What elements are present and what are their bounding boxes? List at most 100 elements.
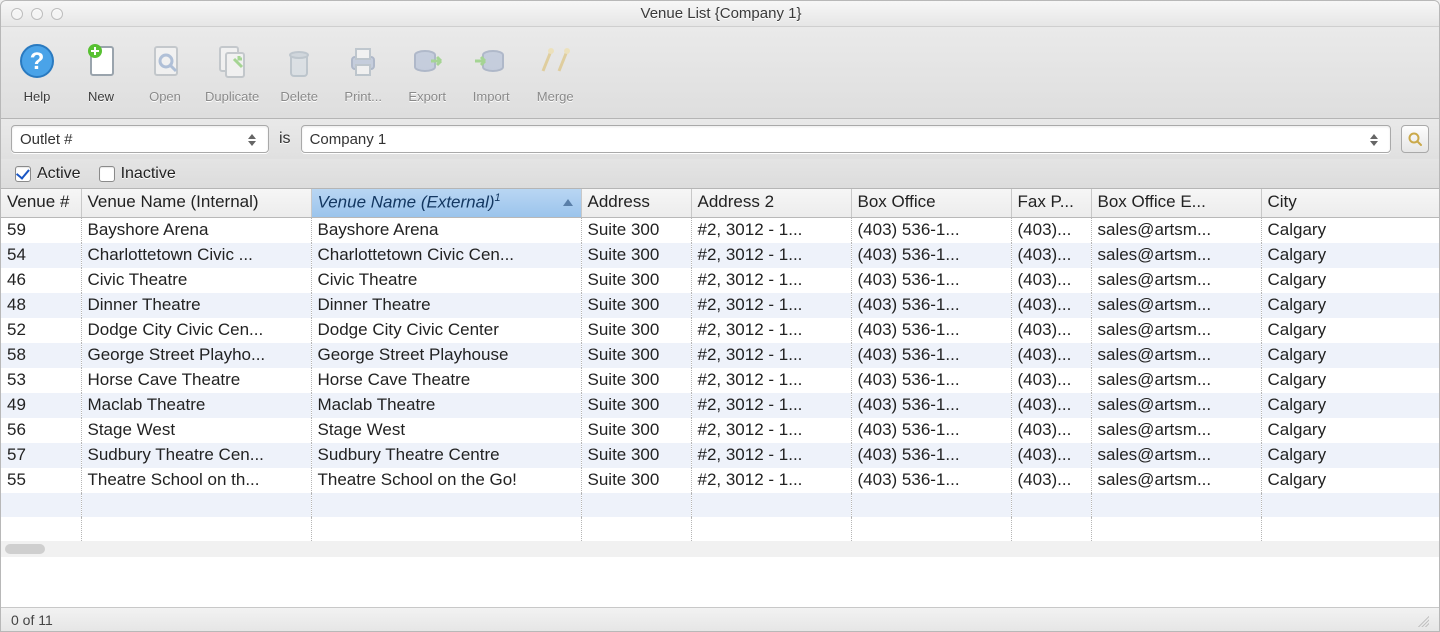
window: Venue List {Company 1} ?HelpNewOpenDupli… — [0, 0, 1440, 632]
close-button[interactable] — [11, 8, 23, 20]
column-label: Box Office E... — [1098, 192, 1206, 211]
cell-fax: (403)... — [1011, 268, 1091, 293]
checkbox-icon — [99, 166, 115, 182]
cell-email: sales@artsm... — [1091, 393, 1261, 418]
table-row[interactable]: 58George Street Playho...George Street P… — [1, 343, 1439, 368]
cell-addr: Suite 300 — [581, 243, 691, 268]
export-icon — [403, 37, 451, 85]
table-row[interactable]: 59Bayshore ArenaBayshore ArenaSuite 300#… — [1, 217, 1439, 243]
table-row[interactable]: 54Charlottetown Civic ...Charlottetown C… — [1, 243, 1439, 268]
print-icon — [339, 37, 387, 85]
cell-addr: Suite 300 — [581, 368, 691, 393]
column-label: Venue # — [7, 192, 69, 211]
cell-name_ext: George Street Playhouse — [311, 343, 581, 368]
horizontal-scrollbar[interactable] — [1, 541, 1439, 557]
cell-email: sales@artsm... — [1091, 343, 1261, 368]
cell-venue_no: 58 — [1, 343, 81, 368]
search-button[interactable] — [1401, 125, 1429, 153]
cell-fax: (403)... — [1011, 393, 1091, 418]
column-header-name_ext[interactable]: Venue Name (External)1 — [311, 189, 581, 217]
inactive-checkbox[interactable]: Inactive — [99, 165, 176, 183]
cell-email: sales@artsm... — [1091, 217, 1261, 243]
cell-fax: (403)... — [1011, 217, 1091, 243]
table-row[interactable]: 52Dodge City Civic Cen...Dodge City Civi… — [1, 318, 1439, 343]
table-row[interactable]: 53Horse Cave TheatreHorse Cave TheatreSu… — [1, 368, 1439, 393]
status-filter-row: Active Inactive — [1, 159, 1439, 189]
filter-value-select[interactable]: Company 1 — [301, 125, 1391, 153]
column-header-box[interactable]: Box Office — [851, 189, 1011, 217]
cell-city: Calgary — [1261, 293, 1439, 318]
cell-email: sales@artsm... — [1091, 468, 1261, 493]
cell-name_ext: Theatre School on the Go! — [311, 468, 581, 493]
cell-venue_no: 52 — [1, 318, 81, 343]
cell-box: (403) 536-1... — [851, 443, 1011, 468]
cell-box: (403) 536-1... — [851, 343, 1011, 368]
active-checkbox[interactable]: Active — [15, 165, 81, 183]
table-row[interactable]: 48Dinner TheatreDinner TheatreSuite 300#… — [1, 293, 1439, 318]
table-row[interactable]: 46Civic TheatreCivic TheatreSuite 300#2,… — [1, 268, 1439, 293]
toolbar-label: Help — [24, 89, 51, 104]
cell-box: (403) 536-1... — [851, 393, 1011, 418]
table-header-row: Venue # Venue Name (Internal)Venue Name (… — [1, 189, 1439, 217]
cell-addr2: #2, 3012 - 1... — [691, 318, 851, 343]
cell-venue_no: 56 — [1, 418, 81, 443]
cell-addr: Suite 300 — [581, 268, 691, 293]
column-header-addr2[interactable]: Address 2 — [691, 189, 851, 217]
help-button[interactable]: ? Help — [7, 33, 67, 117]
cell-name_ext: Charlottetown Civic Cen... — [311, 243, 581, 268]
column-header-city[interactable]: City — [1261, 189, 1439, 217]
table-row[interactable]: 55Theatre School on th...Theatre School … — [1, 468, 1439, 493]
cell-addr2: #2, 3012 - 1... — [691, 243, 851, 268]
table-row[interactable]: 49Maclab TheatreMaclab TheatreSuite 300#… — [1, 393, 1439, 418]
scrollbar-thumb[interactable] — [5, 544, 45, 554]
column-label: Address — [588, 192, 650, 211]
cell-venue_no: 57 — [1, 443, 81, 468]
cell-box: (403) 536-1... — [851, 318, 1011, 343]
cell-name_ext: Bayshore Arena — [311, 217, 581, 243]
column-header-venue_no[interactable]: Venue # — [1, 189, 81, 217]
toolbar-label: Merge — [537, 89, 574, 104]
status-text: 0 of 11 — [11, 612, 53, 628]
merge-button: Merge — [525, 33, 585, 117]
cell-venue_no: 53 — [1, 368, 81, 393]
svg-text:?: ? — [30, 48, 45, 75]
window-title: Venue List {Company 1} — [63, 5, 1379, 22]
cell-addr2: #2, 3012 - 1... — [691, 418, 851, 443]
cell-box: (403) 536-1... — [851, 268, 1011, 293]
import-icon — [467, 37, 515, 85]
minimize-button[interactable] — [31, 8, 43, 20]
zoom-button[interactable] — [51, 8, 63, 20]
toolbar-label: Import — [473, 89, 510, 104]
cell-name_ext: Dinner Theatre — [311, 293, 581, 318]
column-header-addr[interactable]: Address — [581, 189, 691, 217]
filter-field-select[interactable]: Outlet # — [11, 125, 269, 153]
cell-venue_no: 46 — [1, 268, 81, 293]
cell-city: Calgary — [1261, 468, 1439, 493]
cell-name_int: Theatre School on th... — [81, 468, 311, 493]
cell-name_ext: Maclab Theatre — [311, 393, 581, 418]
cell-addr2: #2, 3012 - 1... — [691, 268, 851, 293]
table-row[interactable]: 56Stage WestStage WestSuite 300#2, 3012 … — [1, 418, 1439, 443]
cell-email: sales@artsm... — [1091, 243, 1261, 268]
cell-addr2: #2, 3012 - 1... — [691, 468, 851, 493]
cell-city: Calgary — [1261, 393, 1439, 418]
active-label: Active — [37, 165, 81, 183]
column-header-fax[interactable]: Fax P... — [1011, 189, 1091, 217]
column-label: Box Office — [858, 192, 936, 211]
toolbar: ?HelpNewOpenDuplicateDeletePrint...Expor… — [1, 27, 1439, 119]
cell-fax: (403)... — [1011, 368, 1091, 393]
resize-handle[interactable] — [1415, 613, 1429, 627]
cell-box: (403) 536-1... — [851, 418, 1011, 443]
cell-box: (403) 536-1... — [851, 243, 1011, 268]
cell-name_int: Stage West — [81, 418, 311, 443]
new-button[interactable]: New — [71, 33, 131, 117]
toolbar-label: Delete — [280, 89, 318, 104]
sort-asc-icon — [563, 199, 573, 206]
table-row[interactable]: 57Sudbury Theatre Cen...Sudbury Theatre … — [1, 443, 1439, 468]
cell-addr2: #2, 3012 - 1... — [691, 443, 851, 468]
table-wrap: Venue # Venue Name (Internal)Venue Name (… — [1, 189, 1439, 607]
cell-venue_no: 48 — [1, 293, 81, 318]
column-header-name_int[interactable]: Venue Name (Internal) — [81, 189, 311, 217]
column-header-email[interactable]: Box Office E... — [1091, 189, 1261, 217]
cell-name_ext: Civic Theatre — [311, 268, 581, 293]
